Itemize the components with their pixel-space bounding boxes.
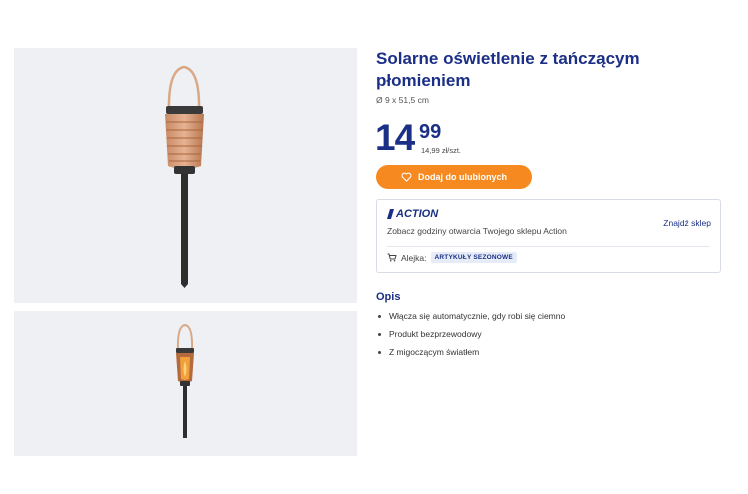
product-dimensions: Ø 9 x 51,5 cm [376, 95, 429, 105]
divider [387, 246, 710, 247]
list-item: Z migoczącym światłem [376, 346, 565, 364]
add-to-favorites-button[interactable]: Dodaj do ulubionych [376, 165, 532, 189]
aisle-info: Alejka: ARTYKUŁY SEZONOWE [387, 252, 517, 263]
bullet-text: Z migoczącym światłem [389, 347, 480, 357]
action-logo: ACTION [387, 208, 438, 220]
product-image-thumbnail[interactable] [14, 311, 357, 456]
heart-icon [401, 172, 412, 182]
list-item: Produkt bezprzewodowy [376, 328, 565, 346]
store-hours-text: Zobacz godziny otwarcia Twojego sklepu A… [387, 226, 567, 236]
description-heading: Opis [376, 291, 401, 303]
add-to-favorites-label: Dodaj do ulubionych [418, 172, 507, 182]
price-integer: 14 [375, 117, 415, 158]
aisle-badge: ARTYKUŁY SEZONOWE [430, 252, 517, 263]
action-logo-text: ACTION [396, 208, 439, 220]
list-item: Włącza się automatycznie, gdy robi się c… [376, 310, 565, 328]
solar-lamp-lit-image [176, 323, 194, 438]
store-info-card: ACTION Zobacz godziny otwarcia Twojego s… [376, 199, 721, 273]
find-store-link[interactable]: Znajdź sklep [663, 218, 711, 228]
description-list: Włącza się automatycznie, gdy robi się c… [376, 310, 565, 364]
product-image-main[interactable] [14, 48, 357, 303]
cart-icon [387, 253, 397, 262]
bullet-text: Produkt bezprzewodowy [389, 329, 482, 339]
bullet-text: Włącza się automatycznie, gdy robi się c… [389, 311, 566, 321]
aisle-label: Alejka: [401, 252, 427, 263]
solar-lamp-image [165, 65, 204, 288]
unit-price: 14,99 zł/szt. [421, 146, 462, 155]
action-logo-icon [387, 209, 394, 219]
product-title: Solarne oświetlenie z tańczącym płomieni… [376, 49, 640, 90]
price-decimal: 99 [419, 121, 442, 143]
